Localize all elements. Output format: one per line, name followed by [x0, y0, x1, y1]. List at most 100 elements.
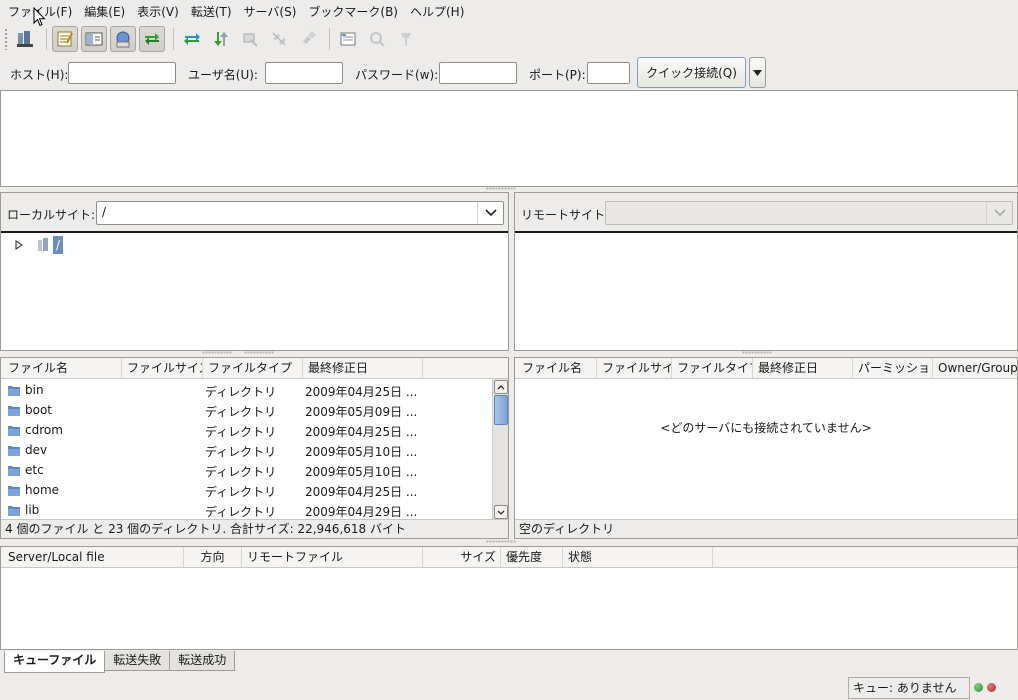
column-filename[interactable]: ファイル名	[3, 358, 122, 378]
remote-path-dropdown[interactable]	[986, 202, 1012, 224]
column-modified[interactable]: 最終修正日	[303, 358, 423, 378]
menu-help[interactable]: ヘルプ(H)	[404, 1, 470, 23]
folder-icon	[8, 446, 20, 456]
local-tree-root-label: /	[53, 236, 64, 254]
column-filesize[interactable]: ファイルサイズ	[122, 358, 203, 378]
table-row[interactable]: lib ディレクトリ 2009年04月29日 ...	[1, 500, 489, 520]
site-manager-icon	[17, 31, 33, 47]
process-queue-icon	[214, 32, 228, 46]
directory-filter-button[interactable]	[335, 26, 361, 52]
local-tree-root[interactable]: /	[15, 235, 64, 255]
file-modified: 2009年04月25日 ...	[305, 385, 418, 399]
username-input[interactable]	[265, 62, 343, 84]
column-filetype[interactable]: ファイルタイプ	[203, 358, 303, 378]
file-type: ディレクトリ	[205, 505, 277, 519]
cancel-button[interactable]	[237, 26, 263, 52]
splitter-handle[interactable]	[742, 351, 772, 354]
column-status[interactable]: 状態	[563, 547, 713, 567]
toolbar-separator	[173, 28, 174, 50]
local-tree-icon	[85, 32, 103, 46]
local-site-panel: ローカルサイト: / /	[0, 192, 509, 351]
toggle-local-tree-button[interactable]	[81, 26, 107, 52]
file-name: cdrom	[25, 423, 63, 437]
local-list-scrollbar[interactable]	[492, 379, 508, 522]
port-label: ポート(P):	[529, 68, 586, 82]
quickconnect-button[interactable]: クイック接続(Q)	[637, 57, 746, 88]
tab-queued-files[interactable]: キューファイル	[4, 651, 106, 673]
queue-icon	[145, 33, 159, 45]
message-log-icon	[57, 31, 73, 47]
splitter-handle[interactable]	[486, 540, 516, 543]
port-input[interactable]	[587, 62, 630, 84]
message-log[interactable]	[0, 90, 1018, 187]
column-permissions[interactable]: パーミッション	[853, 358, 933, 378]
directory-compare-button[interactable]	[364, 26, 390, 52]
column-filename[interactable]: ファイル名	[517, 358, 597, 378]
local-site-label: ローカルサイト:	[7, 208, 96, 222]
local-file-list: ファイル名 ファイルサイズ ファイルタイプ 最終修正日 bin ディレクトリ 200…	[0, 357, 509, 539]
file-type: ディレクトリ	[205, 385, 277, 399]
site-manager-button[interactable]	[12, 26, 38, 52]
table-row[interactable]: cdrom ディレクトリ 2009年04月25日 ...	[1, 420, 489, 440]
column-modified[interactable]: 最終修正日	[753, 358, 853, 378]
folder-icon	[8, 426, 20, 436]
process-queue-button[interactable]	[208, 26, 234, 52]
queue-tabs: キューファイル 転送失敗 転送成功	[4, 651, 236, 673]
toggle-message-log-button[interactable]	[52, 26, 78, 52]
table-row[interactable]: boot ディレクトリ 2009年05月09日 ...	[1, 400, 489, 420]
search-button[interactable]	[393, 26, 419, 52]
toggle-queue-button[interactable]	[139, 26, 165, 52]
column-owner-group[interactable]: Owner/Group	[933, 358, 1017, 378]
file-modified: 2009年04月25日 ...	[305, 425, 418, 439]
menu-view[interactable]: 表示(V)	[131, 1, 185, 23]
file-name: lib	[25, 503, 40, 517]
cancel-icon	[243, 33, 258, 47]
column-server-local-file[interactable]: Server/Local file	[3, 547, 184, 567]
tab-failed-transfers[interactable]: 転送失敗	[104, 651, 171, 671]
host-input[interactable]	[68, 62, 176, 84]
password-input[interactable]	[439, 62, 517, 84]
splitter-handle[interactable]	[486, 187, 516, 190]
tab-successful-transfers[interactable]: 転送成功	[169, 651, 236, 671]
scroll-thumb[interactable]	[494, 395, 508, 425]
transfer-queue: Server/Local file 方向 リモートファイル サイズ 優先度 状態	[0, 546, 1018, 650]
splitter-handle[interactable]	[202, 351, 232, 354]
splitter-handle[interactable]	[244, 351, 274, 354]
menu-server[interactable]: サーバ(S)	[238, 1, 303, 23]
folder-icon	[8, 386, 20, 396]
scroll-up-button[interactable]	[494, 380, 508, 394]
chevron-down-icon	[484, 209, 497, 217]
reconnect-button[interactable]	[295, 26, 321, 52]
local-path-combo[interactable]: /	[96, 201, 504, 225]
column-size[interactable]: サイズ	[423, 547, 501, 567]
queue-header: Server/Local file 方向 リモートファイル サイズ 優先度 状態	[1, 547, 1017, 568]
refresh-button[interactable]	[179, 26, 205, 52]
menu-edit[interactable]: 編集(E)	[78, 1, 131, 23]
column-filesize[interactable]: ファイルサイズ	[597, 358, 672, 378]
disconnect-button[interactable]	[266, 26, 292, 52]
scroll-down-button[interactable]	[494, 505, 508, 519]
column-filetype[interactable]: ファイルタイプ	[672, 358, 753, 378]
file-type: ディレクトリ	[205, 425, 277, 439]
toolbar	[0, 24, 1018, 54]
disconnect-icon	[272, 32, 286, 46]
chevron-down-icon	[993, 209, 1006, 217]
column-remote-file[interactable]: リモートファイル	[242, 547, 423, 567]
local-path-dropdown[interactable]	[477, 202, 503, 224]
table-row[interactable]: dev ディレクトリ 2009年05月10日 ...	[1, 440, 489, 460]
toggle-remote-tree-button[interactable]	[110, 26, 136, 52]
drive-icon	[38, 238, 48, 251]
column-direction[interactable]: 方向	[184, 547, 242, 567]
local-status: 4 個のファイル と 23 個のディレクトリ. 合計サイズ: 22,946,61…	[1, 519, 508, 538]
expander-triangle-icon[interactable]	[15, 240, 23, 250]
file-name: boot	[25, 403, 53, 417]
menu-transfer[interactable]: 転送(T)	[185, 1, 238, 23]
remote-path-combo[interactable]	[605, 201, 1013, 225]
remote-status: 空のディレクトリ	[515, 519, 1017, 538]
quickconnect-history-button[interactable]	[749, 57, 766, 88]
table-row[interactable]: home ディレクトリ 2009年04月25日 ...	[1, 480, 489, 500]
table-row[interactable]: bin ディレクトリ 2009年04月25日 ...	[1, 380, 489, 400]
menu-bookmarks[interactable]: ブックマーク(B)	[302, 1, 404, 23]
column-priority[interactable]: 優先度	[501, 547, 563, 567]
table-row[interactable]: etc ディレクトリ 2009年05月10日 ...	[1, 460, 489, 480]
